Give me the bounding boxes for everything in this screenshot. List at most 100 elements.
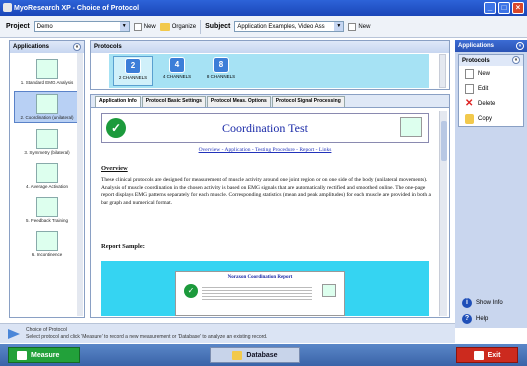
protocols-header: Protocols: [91, 41, 449, 53]
tab-protocol-signal-processing[interactable]: Protocol Signal Processing: [271, 96, 345, 107]
exit-icon: [473, 350, 484, 360]
new-label: New: [478, 70, 491, 77]
protocol-item[interactable]: 8 8 CHANNELS: [201, 56, 241, 86]
coordination-icon: [36, 94, 58, 114]
database-label: Database: [246, 351, 278, 359]
report-table: [202, 285, 312, 301]
tab-application-info[interactable]: Application Info: [95, 96, 141, 107]
protocol-label: 8 CHANNELS: [206, 74, 236, 79]
protocol-actions-title: Protocols: [462, 57, 490, 64]
window-title: MyoResearch XP - Choice of Protocol: [14, 4, 140, 12]
exit-label: Exit: [487, 351, 501, 359]
protocols-list: 2 2 CHANNELS 4 4 CHANNELS 8 8 CHANNELS: [109, 54, 429, 88]
new-project-button[interactable]: New: [133, 22, 156, 31]
delete-icon: ✕: [465, 97, 474, 109]
measure-button[interactable]: Measure: [8, 347, 80, 363]
protocol-label: 4 CHANNELS: [162, 74, 192, 79]
project-label: Project: [6, 23, 30, 30]
copy-protocol-button[interactable]: Copy: [459, 111, 523, 126]
new-protocol-button[interactable]: New: [459, 66, 523, 81]
toolbar-divider: [200, 19, 202, 34]
show-info-button[interactable]: i Show Info: [458, 296, 524, 310]
applications-header: Applications «: [10, 41, 84, 53]
application-item[interactable]: 6. Incontinence: [14, 229, 80, 259]
app-icon: [3, 3, 12, 12]
edit-label: Edit: [478, 85, 489, 92]
collapse-icon[interactable]: «: [512, 56, 520, 64]
application-item[interactable]: 3. Symmetry (bilateral): [14, 127, 80, 157]
application-item[interactable]: 4. Average Activation: [14, 161, 80, 191]
noraxon-logo-icon: ✓: [184, 284, 198, 298]
channel-icon: 8: [213, 57, 229, 73]
edit-protocol-button[interactable]: Edit: [459, 81, 523, 96]
feedback-training-icon: [36, 197, 58, 217]
application-label: 4. Average Activation: [26, 184, 68, 189]
protocols-scrollbar[interactable]: [439, 54, 446, 88]
report-sample-heading: Report Sample:: [101, 243, 145, 250]
window-controls: _ □ ×: [484, 2, 524, 14]
application-label: 5. Feedback Training: [25, 218, 69, 223]
project-select[interactable]: Demo ▼: [33, 21, 130, 32]
info-content: ✓ Coordination Test Overview - Applicati…: [95, 111, 435, 316]
subject-select[interactable]: Application Examples, Video Ass ▼: [234, 21, 345, 32]
copy-label: Copy: [478, 115, 493, 122]
subject-label: Subject: [205, 23, 231, 30]
info-scrollbar[interactable]: [439, 111, 447, 316]
tab-protocol-basic-settings[interactable]: Protocol Basic Settings: [141, 96, 206, 107]
exit-button[interactable]: Exit: [456, 347, 518, 363]
symmetry-icon: [36, 129, 58, 149]
toolbar: Project Demo ▼ New Organize Subject Appl…: [0, 16, 527, 38]
content-title: Coordination Test: [222, 121, 308, 135]
info-panel: Application Info Protocol Basic Settings…: [90, 94, 450, 318]
project-value: Demo: [36, 23, 53, 30]
protocols-title: Protocols: [94, 44, 122, 50]
new-subject-label: New: [358, 23, 371, 30]
database-icon: [232, 350, 243, 360]
delete-protocol-button[interactable]: ✕ Delete: [459, 96, 523, 111]
close-button[interactable]: ×: [512, 2, 524, 14]
protocol-item-selected[interactable]: 2 2 CHANNELS: [113, 56, 153, 86]
application-item[interactable]: 5. Feedback Training: [14, 195, 80, 225]
applications-panel: Applications « 1. Standard EMG Analysis …: [9, 40, 85, 318]
maximize-button[interactable]: □: [498, 2, 510, 14]
arrow-right-icon: [8, 329, 20, 339]
application-item[interactable]: 1. Standard EMG Analysis: [14, 57, 80, 87]
help-button[interactable]: ? Help: [458, 312, 524, 326]
applications-scrollbar[interactable]: [77, 53, 83, 316]
protocol-actions-header: Protocols «: [459, 55, 523, 66]
show-info-label: Show Info: [476, 300, 503, 306]
coordination-icon: [322, 284, 336, 297]
new-document-icon: [133, 22, 142, 31]
actions-panel: Applications « Protocols « New Edit ✕ De…: [455, 40, 527, 328]
folder-icon: [159, 22, 170, 31]
protocol-item[interactable]: 4 4 CHANNELS: [157, 56, 197, 86]
new-document-icon: [465, 68, 474, 79]
channel-icon: 4: [169, 57, 185, 73]
measure-icon: [17, 350, 27, 360]
content-nav-links[interactable]: Overview - Application - Testing Procedu…: [95, 147, 435, 153]
application-label: 1. Standard EMG Analysis: [20, 80, 74, 85]
incontinence-icon: [36, 231, 58, 251]
protocol-actions: Protocols « New Edit ✕ Delete Copy: [458, 54, 524, 127]
delete-label: Delete: [478, 100, 496, 107]
tab-protocol-meas-options[interactable]: Protocol Meas. Options: [206, 96, 271, 107]
collapse-icon[interactable]: «: [73, 43, 81, 51]
organize-label: Organize: [171, 23, 197, 30]
title-bar: MyoResearch XP - Choice of Protocol _ □ …: [0, 0, 527, 16]
average-activation-icon: [36, 163, 58, 183]
overview-heading: Overview: [101, 165, 128, 172]
database-button[interactable]: Database: [210, 347, 300, 363]
application-item-selected[interactable]: 2. Coordination (unilateral): [14, 91, 80, 123]
hint-text: Select protocol and click 'Measure' to r…: [26, 334, 268, 340]
collapse-icon[interactable]: «: [516, 42, 524, 50]
tab-bar: Application Info Protocol Basic Settings…: [91, 95, 449, 108]
chevron-down-icon[interactable]: ▼: [334, 22, 344, 31]
chevron-down-icon[interactable]: ▼: [119, 22, 129, 31]
minimize-button[interactable]: _: [484, 2, 496, 14]
new-subject-button[interactable]: New: [348, 22, 371, 31]
measure-label: Measure: [31, 351, 60, 359]
application-label: 2. Coordination (unilateral): [20, 115, 74, 120]
organize-button[interactable]: Organize: [159, 22, 197, 31]
scrollbar-thumb[interactable]: [441, 121, 447, 161]
report-sample-image: Noraxon Coordination Report ✓: [175, 271, 345, 316]
